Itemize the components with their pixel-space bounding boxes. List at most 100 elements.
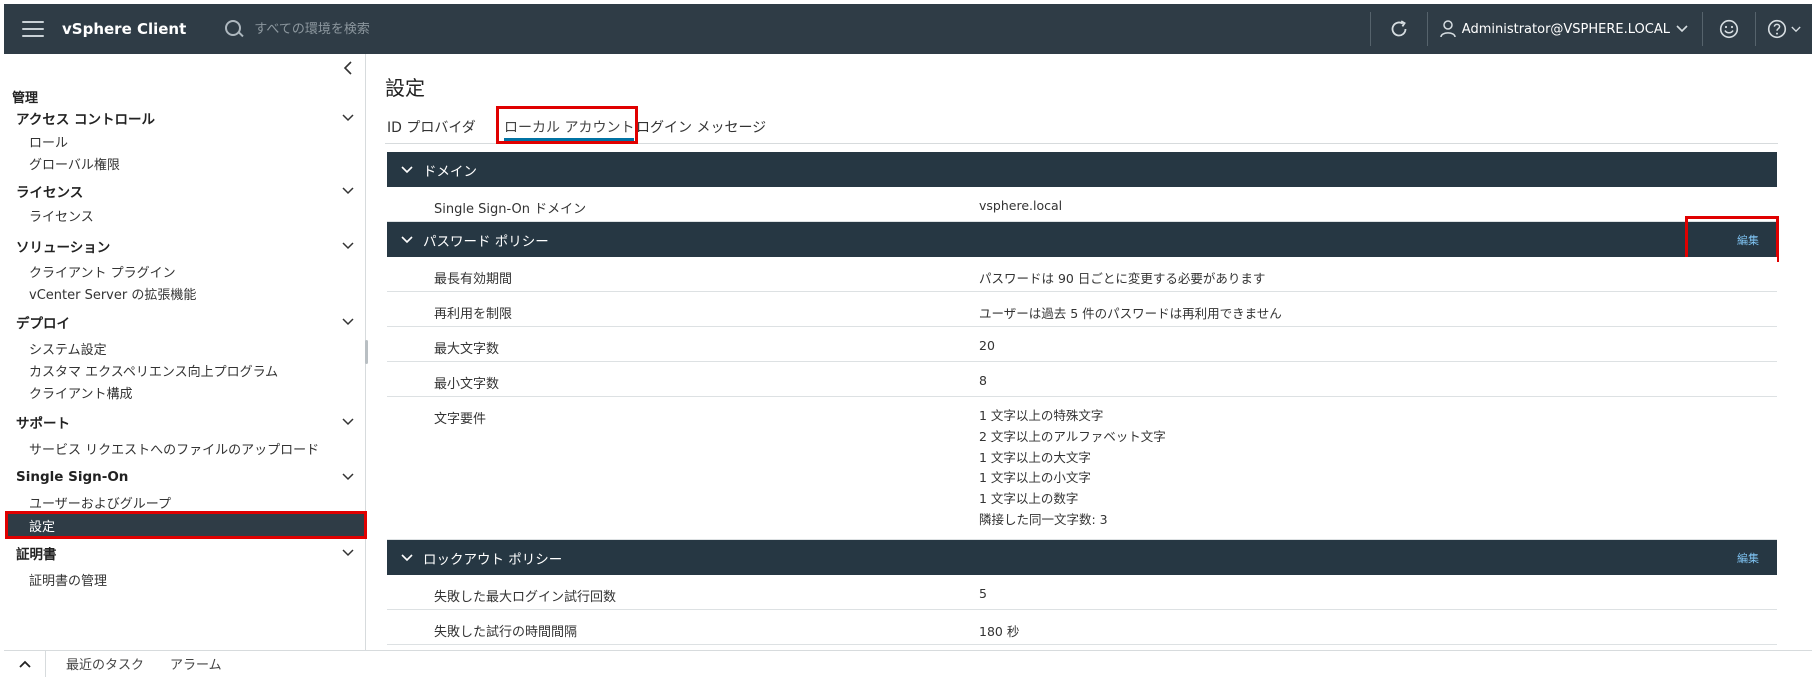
tab-login-message[interactable]: ログイン メッセージ	[636, 110, 766, 144]
expand-bottom-panel-button[interactable]	[4, 650, 46, 677]
chevron-down-icon	[342, 549, 354, 557]
chevron-down-icon	[342, 318, 354, 326]
section-title: パスワード ポリシー	[423, 233, 549, 250]
sidebar-item-label: クライアント プラグイン	[29, 265, 176, 281]
row-value: 2 文字以上のアルファベット文字	[979, 428, 1166, 444]
user-menu[interactable]: Administrator@VSPHERE.LOCAL	[1428, 4, 1702, 54]
sidebar-item-client-plugins[interactable]: クライアント プラグイン	[4, 260, 366, 282]
sidebar-item-label: ユーザーおよびグループ	[29, 496, 171, 512]
sidebar-item-label: 証明書の管理	[29, 573, 108, 589]
refresh-button[interactable]	[1371, 4, 1427, 54]
tab-identity-provider[interactable]: ID プロバイダ	[387, 110, 476, 144]
sidebar-item-label: クライアント構成	[29, 386, 133, 402]
sidebar-group-sso[interactable]: Single Sign-On	[4, 465, 366, 489]
bottom-panel-bar: 最近のタスク アラーム	[4, 650, 1812, 677]
section-header-lockout-policy[interactable]: ロックアウト ポリシー 編集	[387, 540, 1777, 575]
table-row: 失敗した最大ログイン試行回数 5	[387, 575, 1777, 610]
section-header-domain[interactable]: ドメイン	[387, 152, 1777, 187]
sidebar-item-label: カスタマ エクスペリエンス向上プログラム	[29, 364, 279, 380]
sidebar-group-access-control[interactable]: アクセス コントロール	[4, 106, 366, 130]
table-row: 再利用を制限 ユーザーは過去 5 件のパスワードは再利用できません	[387, 292, 1777, 327]
sidebar-item-cert-management[interactable]: 証明書の管理	[4, 568, 366, 590]
sidebar-item-label: システム設定	[29, 342, 107, 358]
row-label: 失敗した最大ログイン試行回数	[434, 590, 617, 605]
row-value: 1 文字以上の大文字	[979, 449, 1091, 465]
row-value: 20	[979, 338, 995, 353]
row-value: 1 文字以上の数字	[979, 491, 1079, 507]
sidebar-item-upload-file[interactable]: サービス リクエストへのファイルのアップロード	[4, 437, 366, 459]
recent-tasks-tab[interactable]: 最近のタスク	[60, 654, 150, 673]
sidebar-item-licenses[interactable]: ライセンス	[4, 204, 366, 226]
sidebar-group-label: Single Sign-On	[16, 469, 129, 485]
header-actions: Administrator@VSPHERE.LOCAL	[1369, 4, 1812, 54]
row-label: Single Sign-On ドメイン	[434, 202, 587, 217]
help-icon	[1767, 19, 1787, 39]
main-content: 設定 ID プロバイダ ローカル アカウント ログイン メッセージ ドメイン S…	[367, 54, 1812, 650]
sidebar-item-label: グローバル権限	[29, 157, 120, 173]
row-value: 隣接した同一文字数: 3	[979, 511, 1108, 527]
sidebar-item-users-groups[interactable]: ユーザーおよびグループ	[4, 491, 366, 513]
row-label: 最大文字数	[434, 342, 500, 357]
section-title: ロックアウト ポリシー	[423, 551, 563, 568]
row-value: 1 文字以上の小文字	[979, 470, 1091, 486]
sidebar-item-configuration[interactable]: 設定	[5, 511, 367, 539]
table-row: 最小文字数 8	[387, 362, 1777, 397]
admin-sidebar: 管理 アクセス コントロール ロール グローバル権限 ライセンス ライセンス ソ…	[4, 54, 368, 650]
tab-bar: ID プロバイダ ローカル アカウント ログイン メッセージ	[385, 110, 1778, 144]
row-value: ユーザーは過去 5 件のパスワードは再利用できません	[979, 306, 1282, 321]
sidebar-item-system-config[interactable]: システム設定	[4, 337, 366, 359]
edit-password-policy-button[interactable]: 編集	[1731, 231, 1765, 249]
chevron-down-icon	[401, 235, 413, 243]
settings-panel: ドメイン Single Sign-On ドメイン vsphere.local パ…	[387, 150, 1779, 650]
sidebar-item-roles[interactable]: ロール	[4, 130, 366, 152]
row-value: 8	[979, 373, 987, 388]
sidebar-item-label: ロール	[29, 135, 69, 151]
sidebar-group-certificates[interactable]: 証明書	[4, 541, 366, 565]
sidebar-group-label: 証明書	[16, 547, 57, 563]
sidebar-group-label: アクセス コントロール	[16, 112, 156, 128]
feedback-button[interactable]	[1703, 4, 1755, 54]
sidebar-item-label: 設定	[29, 519, 56, 535]
sidebar-group-support[interactable]: サポート	[4, 410, 366, 434]
table-row: Single Sign-On ドメイン vsphere.local	[387, 187, 1777, 222]
sidebar-item-label: サービス リクエストへのファイルのアップロード	[29, 442, 320, 458]
sidebar-item-label: ライセンス	[29, 209, 94, 225]
sidebar-group-solutions[interactable]: ソリューション	[4, 234, 366, 258]
sidebar-group-label: ライセンス	[16, 185, 84, 201]
sidebar-group-label: ソリューション	[16, 240, 111, 256]
section-header-password-policy[interactable]: パスワード ポリシー 編集	[387, 222, 1777, 257]
menu-icon[interactable]	[22, 21, 44, 37]
chevron-up-icon	[18, 660, 31, 668]
row-label: 最長有効期間	[434, 272, 513, 287]
sidebar-group-label: デプロイ	[16, 316, 70, 332]
table-row: 最長有効期間 パスワードは 90 日ごとに変更する必要があります	[387, 257, 1777, 292]
search-icon	[224, 19, 244, 39]
tab-local-accounts[interactable]: ローカル アカウント	[504, 110, 635, 144]
help-menu[interactable]	[1756, 4, 1812, 54]
alarms-tab[interactable]: アラーム	[164, 654, 228, 673]
row-value-list: 1 文字以上の特殊文字 2 文字以上のアルファベット文字 1 文字以上の大文字 …	[979, 406, 1166, 531]
chevron-down-icon	[401, 165, 413, 173]
chevron-down-icon	[1676, 25, 1688, 33]
row-label: 最小文字数	[434, 377, 500, 392]
table-row: 最大文字数 20	[387, 327, 1777, 362]
chevron-down-icon	[342, 473, 354, 481]
row-value: 1 文字以上の特殊文字	[979, 408, 1104, 423]
sidebar-item-label: vCenter Server の拡張機能	[29, 287, 197, 303]
sidebar-item-ceip[interactable]: カスタマ エクスペリエンス向上プログラム	[4, 359, 366, 381]
sidebar-group-licensing[interactable]: ライセンス	[4, 179, 366, 203]
global-search[interactable]	[224, 14, 584, 44]
sidebar-item-global-permissions[interactable]: グローバル権限	[4, 152, 366, 174]
table-row: 失敗した試行の時間間隔 180 秒	[387, 610, 1777, 645]
smiley-icon	[1719, 19, 1739, 39]
search-input[interactable]	[254, 21, 575, 37]
page-title: 設定	[385, 76, 425, 100]
sidebar-group-deployment[interactable]: デプロイ	[4, 310, 366, 334]
edit-lockout-policy-button[interactable]: 編集	[1731, 549, 1765, 567]
chevron-left-icon[interactable]	[341, 60, 357, 76]
row-label: 文字要件	[434, 412, 487, 427]
sidebar-item-vcenter-extensions[interactable]: vCenter Server の拡張機能	[4, 282, 366, 304]
row-value: 180 秒	[979, 624, 1020, 639]
sidebar-group-label: サポート	[16, 416, 70, 432]
sidebar-item-client-config[interactable]: クライアント構成	[4, 381, 366, 403]
